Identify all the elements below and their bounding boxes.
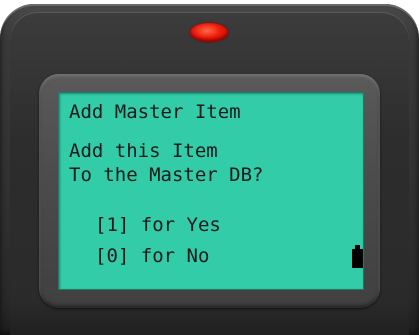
- handheld-terminal: Add Master Item Add this Item To the Mas…: [0, 0, 419, 335]
- bottom-shadow: [0, 300, 419, 335]
- option-no[interactable]: [0] for No: [95, 245, 209, 267]
- lcd-screen: Add Master Item Add this Item To the Mas…: [58, 92, 364, 290]
- screen-title: Add Master Item: [69, 101, 241, 123]
- indicator-led: [190, 23, 228, 42]
- battery-body: [352, 249, 363, 268]
- battery-icon: [352, 245, 364, 269]
- option-yes[interactable]: [1] for Yes: [95, 214, 221, 236]
- prompt-line-1: Add this Item: [69, 140, 218, 162]
- prompt-line-2: To the Master DB?: [69, 164, 264, 186]
